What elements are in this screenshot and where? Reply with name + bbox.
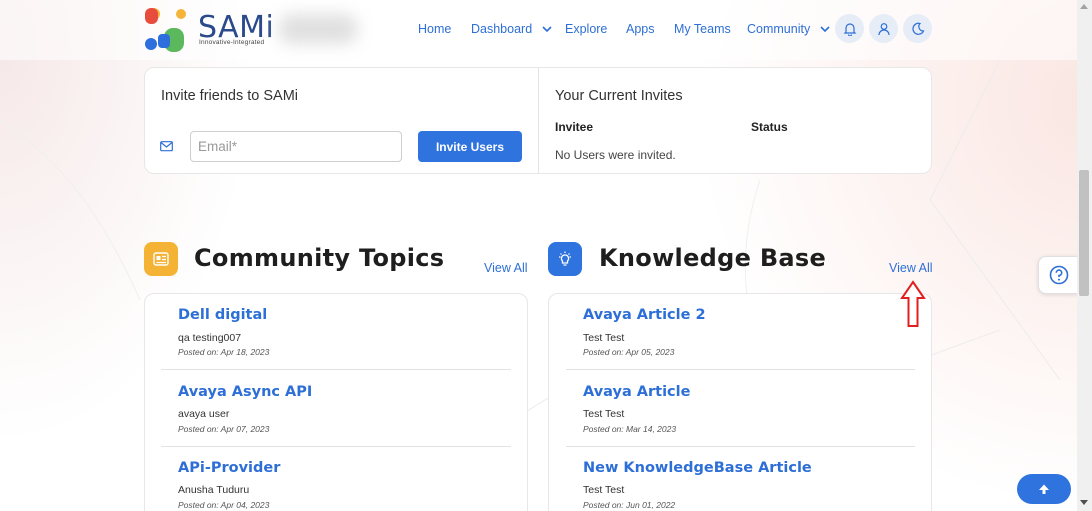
email-input[interactable] [190,131,402,162]
knowledge-base-view-all-link[interactable]: View All [889,261,933,275]
topic-title-link[interactable]: Avaya Async API [178,384,312,400]
chevron-down-icon [820,26,830,33]
newspaper-icon [153,252,169,266]
topic-title-link[interactable]: Dell digital [178,307,267,323]
nav-home[interactable]: Home [418,22,451,36]
column-header-invitee: Invitee [555,120,594,134]
arrow-up-icon [1039,484,1049,494]
annotation-arrow-up-icon [900,280,926,327]
list-divider [566,369,915,370]
topic-date: Posted on: Apr 18, 2023 [178,347,270,357]
nav-dashboard-label: Dashboard [471,22,533,36]
mail-icon [160,141,173,152]
topic-author: qa testing007 [178,332,242,344]
invite-title: Invite friends to SAMi [161,88,298,104]
scrollbar-thumb[interactable] [1079,170,1089,296]
topic-date: Posted on: Apr 07, 2023 [178,424,270,434]
brand-tagline: Innovative-Integrated [199,39,265,46]
article-date: Posted on: Apr 05, 2023 [583,347,675,357]
question-circle-icon [1049,265,1069,285]
nav-explore[interactable]: Explore [565,22,607,36]
article-title-link[interactable]: Avaya Article [583,384,690,400]
article-date: Posted on: Mar 14, 2023 [583,424,677,434]
lightbulb-icon [559,251,571,266]
profile-button[interactable] [869,14,898,43]
nav-apps[interactable]: Apps [626,22,655,36]
nav-community[interactable]: Community [747,22,830,36]
theme-toggle-button[interactable] [903,14,932,43]
article-author: Test Test [583,484,625,496]
nav-community-label: Community [747,22,811,36]
help-button[interactable] [1038,256,1080,294]
nav-dashboard[interactable]: Dashboard [471,22,552,36]
topic-title-link[interactable]: APi-Provider [178,460,280,476]
knowledge-base-title: Knowledge Base [599,244,827,272]
topic-author: avaya user [178,408,230,420]
invite-card-divider [538,68,539,173]
user-icon [877,22,890,35]
empty-invites-message: No Users were invited. [555,148,676,162]
list-divider [566,446,915,447]
article-title-link[interactable]: Avaya Article 2 [583,307,706,323]
current-invites-title: Your Current Invites [555,88,683,104]
article-author: Test Test [583,408,625,420]
list-divider [161,446,511,447]
knowledge-base-icon-badge [548,242,582,276]
blurred-region [278,14,358,44]
community-topics-view-all-link[interactable]: View All [484,261,528,275]
topic-date: Posted on: Apr 04, 2023 [178,500,270,510]
nav-my-teams[interactable]: My Teams [674,22,731,36]
article-date: Posted on: Jun 01, 2022 [583,500,676,510]
community-topics-title: Community Topics [194,244,445,272]
topic-author: Anusha Tuduru [178,484,250,496]
article-title-link[interactable]: New KnowledgeBase Article [583,460,812,476]
invite-users-button[interactable]: Invite Users [418,131,522,162]
column-header-status: Status [751,120,788,134]
scroll-down-arrow-icon[interactable] [1080,500,1088,506]
scroll-to-top-button[interactable] [1017,474,1071,504]
community-topics-list [144,293,528,511]
chevron-down-icon [542,26,552,33]
list-divider [161,369,511,370]
moon-icon [911,22,924,35]
scroll-up-arrow-icon[interactable] [1080,3,1088,9]
bell-icon [843,22,856,36]
article-author: Test Test [583,332,625,344]
knowledge-base-list [548,293,932,511]
community-topics-icon-badge [144,242,178,276]
notifications-button[interactable] [835,14,864,43]
